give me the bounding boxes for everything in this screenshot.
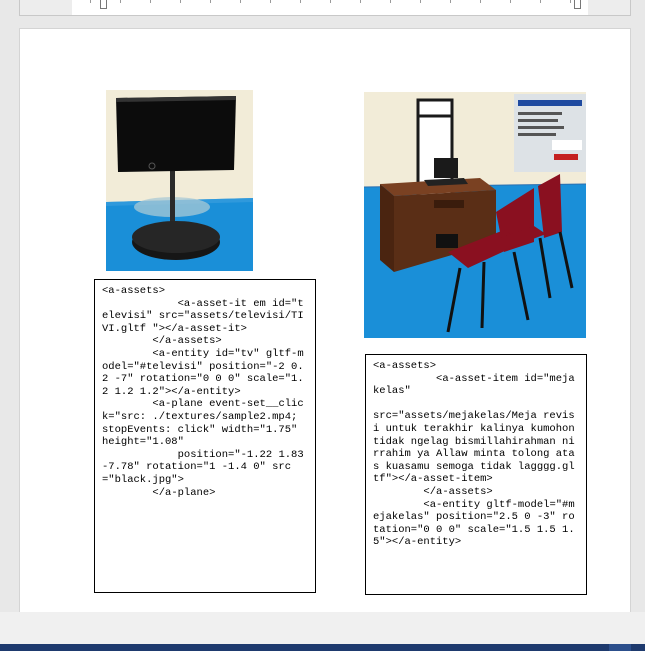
ruler-right-margin (588, 0, 630, 15)
ruler-left-margin (20, 0, 72, 15)
window-bottom-area (0, 612, 645, 644)
horizontal-ruler (19, 0, 631, 16)
left-code-block[interactable]: <a-assets> <a-asset-it em id="televisi" … (94, 279, 316, 593)
taskbar (0, 644, 645, 651)
taskbar-item[interactable] (609, 644, 631, 651)
left-indent-marker[interactable] (100, 0, 107, 9)
right-code-block[interactable]: <a-assets> <a-asset-item id="mejakelas" … (365, 354, 587, 595)
right-indent-marker[interactable] (574, 0, 581, 9)
desk-render-image (364, 92, 586, 338)
tv-render-image (106, 90, 253, 271)
